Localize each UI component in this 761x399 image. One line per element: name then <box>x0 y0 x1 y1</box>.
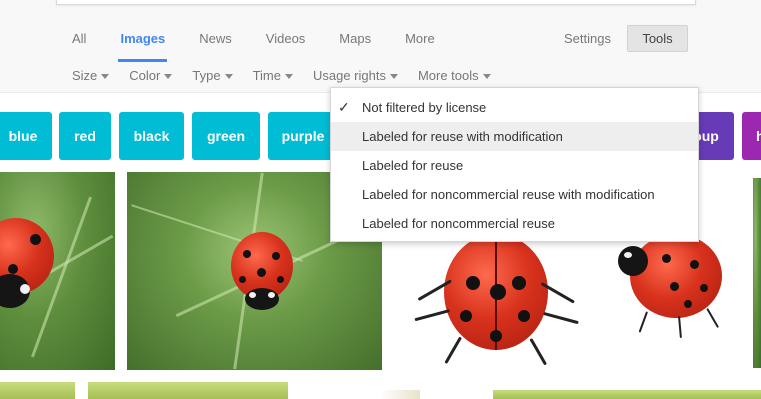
ladybug-spot <box>243 250 251 258</box>
ladybug-spot <box>512 276 526 290</box>
filter-more-tools[interactable]: More tools <box>418 68 491 83</box>
ladybug-spot <box>490 330 502 342</box>
menu-item-label: Not filtered by license <box>362 100 487 115</box>
image-result-6[interactable] <box>0 382 75 399</box>
ladybug-spot <box>277 276 284 283</box>
ladybug-spot <box>690 260 699 269</box>
ladybug <box>630 234 722 318</box>
ladybug-leg <box>444 336 462 364</box>
usage-rights-menu: ✓ Not filtered by license Labeled for re… <box>330 87 699 242</box>
tab-more[interactable]: More <box>405 31 435 61</box>
menu-item-noncommercial-reuse[interactable]: Labeled for noncommercial reuse <box>331 209 698 238</box>
image-result-9[interactable] <box>493 390 761 399</box>
ladybug-spot <box>239 276 246 283</box>
tab-maps[interactable]: Maps <box>339 31 371 61</box>
ladybug-mark <box>249 292 256 298</box>
filter-type-label: Type <box>192 68 221 83</box>
ladybug-leg <box>414 309 450 322</box>
chip-green[interactable]: green <box>192 112 260 160</box>
filter-type[interactable]: Type <box>192 68 233 83</box>
caret-down-icon <box>389 73 398 79</box>
header-bar: All Images News Videos Maps More Setting… <box>0 0 761 93</box>
settings-link[interactable]: Settings <box>564 31 611 46</box>
ladybug-spot <box>670 282 679 291</box>
caret-down-icon <box>482 73 491 79</box>
ladybug-spot <box>490 284 506 300</box>
ladybug-spot <box>518 310 530 322</box>
ladybug-mark <box>268 292 275 298</box>
ladybug-mark <box>20 284 30 294</box>
filter-color-label: Color <box>129 68 161 83</box>
filter-size[interactable]: Size <box>72 68 110 83</box>
filter-time[interactable]: Time <box>253 68 293 83</box>
menu-item-not-filtered[interactable]: ✓ Not filtered by license <box>331 93 698 122</box>
image-result-7[interactable] <box>88 382 288 399</box>
tab-videos[interactable]: Videos <box>266 31 306 61</box>
menu-item-reuse[interactable]: Labeled for reuse <box>331 151 698 180</box>
ladybug-spot <box>662 254 671 263</box>
image-result-1[interactable] <box>0 172 115 370</box>
ladybug-spot <box>700 284 708 292</box>
image-result-8[interactable] <box>380 390 420 399</box>
checkmark-icon: ✓ <box>338 99 350 115</box>
chip-red[interactable]: red <box>59 112 111 160</box>
caret-down-icon <box>224 73 233 79</box>
chip-black[interactable]: black <box>119 112 184 160</box>
search-box[interactable] <box>56 0 696 5</box>
ladybug-spot <box>466 276 480 290</box>
menu-item-label: Labeled for noncommercial reuse <box>362 216 555 231</box>
ladybug-spot <box>684 300 692 308</box>
ladybug-spot <box>8 264 18 274</box>
ladybug-leg <box>706 308 719 329</box>
filter-more-tools-label: More tools <box>417 68 479 83</box>
search-results-page: All Images News Videos Maps More Setting… <box>0 0 761 399</box>
ladybug-leg <box>543 312 579 325</box>
menu-item-label: Labeled for reuse <box>362 158 464 173</box>
search-tabs: All Images News Videos Maps More <box>72 31 469 62</box>
tab-all[interactable]: All <box>72 31 86 61</box>
ladybug-spot <box>272 252 280 260</box>
ladybug-leg <box>529 338 547 366</box>
caret-down-icon <box>284 73 293 79</box>
caret-down-icon <box>101 73 110 79</box>
chip-purple[interactable]: purple <box>268 112 338 160</box>
ladybug-spot <box>257 268 266 277</box>
menu-item-reuse-with-modification[interactable]: Labeled for reuse with modification <box>331 122 698 151</box>
menu-item-label: Labeled for reuse with modification <box>362 129 563 144</box>
tab-images[interactable]: Images <box>118 31 168 62</box>
ladybug-head <box>618 246 648 276</box>
filter-bar: Size Color Type Time Usage rights More t… <box>72 68 511 83</box>
caret-down-icon <box>164 73 173 79</box>
filter-color[interactable]: Color <box>129 68 173 83</box>
chip-h[interactable]: h <box>742 112 761 160</box>
filter-size-label: Size <box>72 68 98 83</box>
ladybug-spot <box>460 310 472 322</box>
ladybug-leg <box>638 311 648 333</box>
menu-item-noncommercial-with-modification[interactable]: Labeled for noncommercial reuse with mod… <box>331 180 698 209</box>
ladybug-mark <box>624 252 632 258</box>
tools-button[interactable]: Tools <box>627 25 688 52</box>
filter-usage-rights[interactable]: Usage rights <box>313 68 398 83</box>
filter-time-label: Time <box>252 68 281 83</box>
tab-news[interactable]: News <box>199 31 232 61</box>
chip-blue[interactable]: blue <box>0 112 52 160</box>
ladybug-leg <box>678 316 682 339</box>
image-result-5[interactable] <box>753 178 761 368</box>
menu-item-label: Labeled for noncommercial reuse with mod… <box>362 187 655 202</box>
filter-usage-rights-label: Usage rights <box>312 68 386 83</box>
ladybug-spot <box>30 234 41 245</box>
